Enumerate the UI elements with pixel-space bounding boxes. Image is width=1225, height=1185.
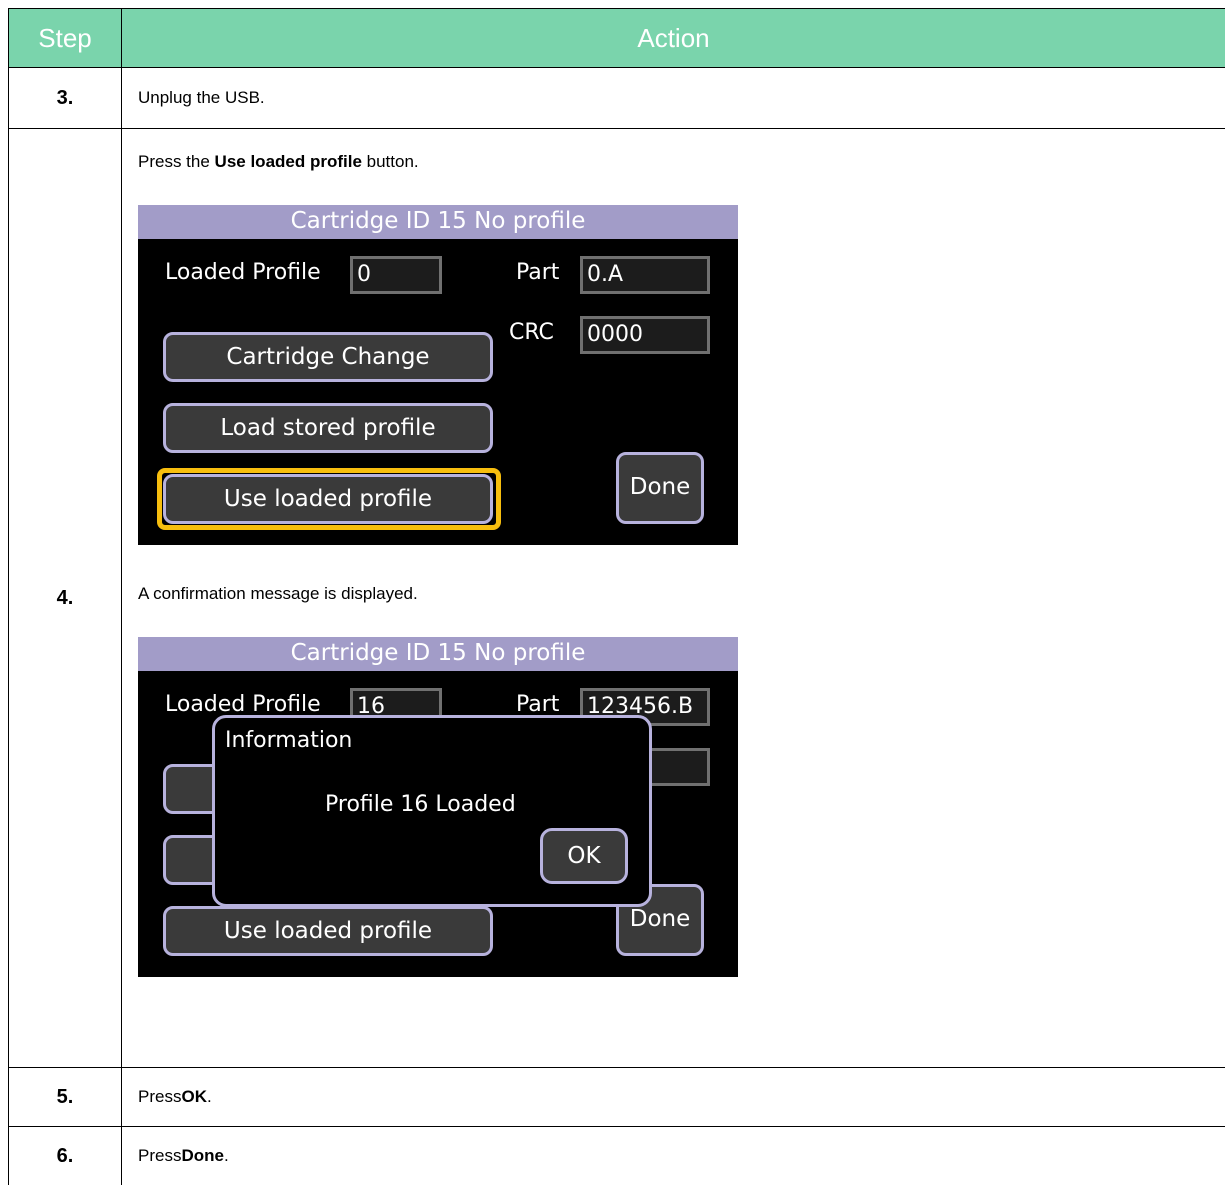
loaded-profile-field[interactable]: 0 <box>350 256 442 294</box>
action-cell: Press ​Done. <box>122 1127 1225 1185</box>
step-number: 5. <box>9 1068 122 1127</box>
action-cell: Unplug the USB. <box>122 68 1225 129</box>
step4-intro: Press the Use loaded profile button. <box>138 152 419 172</box>
table-row: 5. Press ​OK. <box>9 1068 1225 1127</box>
ok-keyword: OK <box>181 1087 207 1107</box>
cartridge-screen-after: Cartridge ID 15 No profile Loaded Profil… <box>138 637 738 977</box>
use-loaded-profile-button[interactable]: Use loaded profile <box>163 906 493 956</box>
action-text: Press ​Done. <box>138 1127 1225 1185</box>
action-text: Press ​OK. <box>138 1068 1225 1126</box>
action-text: Unplug the USB. <box>138 68 1225 128</box>
action-cell: Press ​OK. <box>122 1068 1225 1127</box>
screen-title: Cartridge ID 15 No profile <box>138 205 738 239</box>
crc-field[interactable]: 0000 <box>580 316 710 354</box>
done-button[interactable]: Done <box>616 452 704 524</box>
dialog-title: Information <box>225 728 352 753</box>
dialog-message: Profile 16 Loaded <box>325 792 516 817</box>
part-label: Part <box>516 692 559 717</box>
done-keyword: Done <box>181 1146 224 1166</box>
step4-confirmation-text: A confirmation message is displayed. <box>138 584 418 604</box>
step-number: 6. <box>9 1127 122 1185</box>
loaded-profile-label: Loaded Profile <box>165 692 321 717</box>
use-loaded-profile-keyword: Use loaded profile <box>215 152 362 171</box>
part-label: Part <box>516 260 559 285</box>
load-stored-profile-button[interactable]: Load stored profile <box>163 403 493 453</box>
table-row: 6. Press ​Done. <box>9 1127 1225 1185</box>
table-header-row: Step Action <box>9 9 1225 68</box>
screen-title: Cartridge ID 15 No profile <box>138 637 738 671</box>
step-number: 3. <box>9 68 122 129</box>
part-field[interactable]: 0.A <box>580 256 710 294</box>
step-number: 4. <box>9 129 122 1068</box>
loaded-profile-label: Loaded Profile <box>165 260 321 285</box>
ok-button[interactable]: OK <box>540 828 628 884</box>
information-dialog: Information Profile 16 Loaded OK <box>212 715 652 907</box>
crc-label: CRC <box>509 320 554 345</box>
highlight-frame <box>157 468 501 530</box>
table-row: 3. Unplug the USB. <box>9 68 1225 129</box>
step-column-header: Step <box>9 9 122 68</box>
cartridge-change-button[interactable]: Cartridge Change <box>163 332 493 382</box>
cartridge-screen-before: Cartridge ID 15 No profile Loaded Profil… <box>138 205 738 545</box>
action-column-header: Action <box>122 9 1225 68</box>
